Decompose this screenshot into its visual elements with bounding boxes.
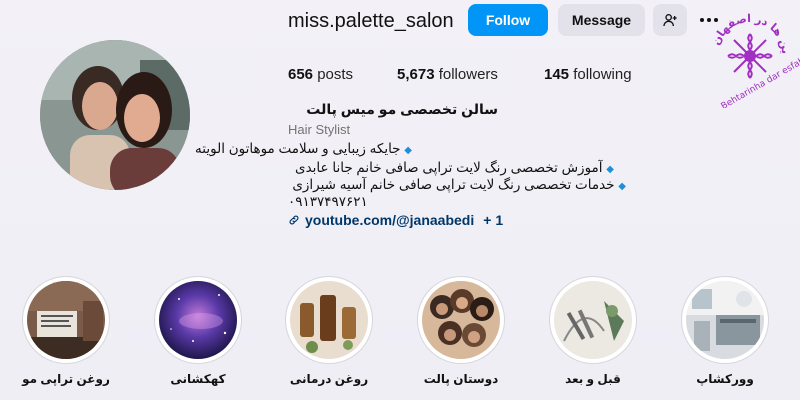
highlight-cover bbox=[290, 281, 368, 359]
profile-username: miss.palette_salon bbox=[288, 10, 454, 32]
suggest-button[interactable] bbox=[653, 4, 687, 36]
following-stat[interactable]: 145 following bbox=[544, 66, 632, 83]
bio-line-text: آموزش تخصصی رنگ لایت تراپی صافی خانم جان… bbox=[295, 160, 603, 175]
bio-link[interactable]: youtube.com/@janaabedi + 1 bbox=[288, 212, 503, 228]
highlight-item[interactable]: کهکشانی bbox=[154, 276, 242, 386]
bio-category: Hair Stylist bbox=[288, 122, 351, 137]
highlight-cover bbox=[554, 281, 632, 359]
highlight-label: قبل و بعد bbox=[565, 372, 621, 386]
bio-line-3: ◆ خدمات تخصصی رنگ لایت تراپی صافی خانم آ… bbox=[288, 177, 626, 193]
svg-text:بهترین ها در اصفهان: بهترین ها در اصفهان bbox=[700, 0, 792, 54]
posts-label: posts bbox=[317, 66, 354, 83]
bio-link-more[interactable]: + 1 bbox=[483, 212, 503, 228]
bio-line-1: ◆ جایکه زیبایی و سلامت موهاتون الویته bbox=[195, 141, 412, 157]
following-label: following bbox=[573, 66, 632, 83]
followers-count: 5,673 bbox=[397, 66, 435, 83]
highlight-cover bbox=[27, 281, 105, 359]
highlight-ring[interactable] bbox=[285, 276, 373, 364]
follow-button[interactable]: Follow bbox=[468, 4, 548, 36]
highlight-ring[interactable] bbox=[681, 276, 769, 364]
diamond-bullet-icon: ◆ bbox=[606, 164, 614, 175]
highlight-ring[interactable] bbox=[417, 276, 505, 364]
person-add-icon bbox=[663, 14, 677, 27]
highlight-cover bbox=[686, 281, 764, 359]
posts-stat: 656 posts bbox=[288, 66, 353, 83]
posts-count: 656 bbox=[288, 66, 314, 83]
highlight-ring[interactable] bbox=[154, 276, 242, 364]
message-button[interactable]: Message bbox=[558, 4, 645, 36]
highlight-item[interactable]: دوستان پالت bbox=[417, 276, 505, 386]
diamond-bullet-icon: ◆ bbox=[404, 145, 412, 156]
diamond-bullet-icon: ◆ bbox=[618, 181, 626, 192]
highlight-item[interactable]: روغن درمانی bbox=[285, 276, 373, 386]
highlight-label: روغن تراپی مو bbox=[22, 372, 110, 386]
highlight-cover bbox=[422, 281, 500, 359]
followers-label: followers bbox=[438, 66, 498, 83]
highlight-label: وورکشاپ bbox=[696, 372, 754, 386]
highlight-label: روغن درمانی bbox=[289, 372, 369, 386]
bio-phone: ۰۹۱۳۷۴۹۷۶۲۱ bbox=[288, 194, 368, 209]
highlight-item[interactable]: قبل و بعد bbox=[549, 276, 637, 386]
bio-link-text[interactable]: youtube.com/@janaabedi bbox=[305, 212, 474, 228]
highlight-cover bbox=[159, 281, 237, 359]
profile-avatar[interactable] bbox=[40, 40, 190, 190]
following-count: 145 bbox=[544, 66, 570, 83]
bio-display-name: سالن تخصصی مو میس پالت bbox=[306, 101, 498, 117]
followers-stat[interactable]: 5,673 followers bbox=[397, 66, 498, 83]
highlight-ring[interactable] bbox=[549, 276, 637, 364]
bio-line-2: ◆ آموزش تخصصی رنگ لایت تراپی صافی خانم ج… bbox=[288, 160, 614, 176]
avatar-photo bbox=[40, 40, 190, 190]
svg-text:Behtarinha dar esfahan: Behtarinha dar esfahan bbox=[720, 50, 800, 108]
watermark-logo: بهترین ها در اصفهان Behtarinha dar esfah… bbox=[700, 0, 800, 108]
highlight-item[interactable]: روغن تراپی مو bbox=[22, 276, 110, 386]
link-icon bbox=[289, 215, 299, 225]
bio-line-text: جایکه زیبایی و سلامت موهاتون الویته bbox=[195, 141, 401, 156]
highlight-label: دوستان پالت bbox=[423, 372, 499, 386]
highlight-ring[interactable] bbox=[22, 276, 110, 364]
bio-line-text: خدمات تخصصی رنگ لایت تراپی صافی خانم آسی… bbox=[292, 177, 615, 192]
highlight-label: کهکشانی bbox=[170, 372, 226, 386]
highlight-item[interactable]: وورکشاپ bbox=[681, 276, 769, 386]
